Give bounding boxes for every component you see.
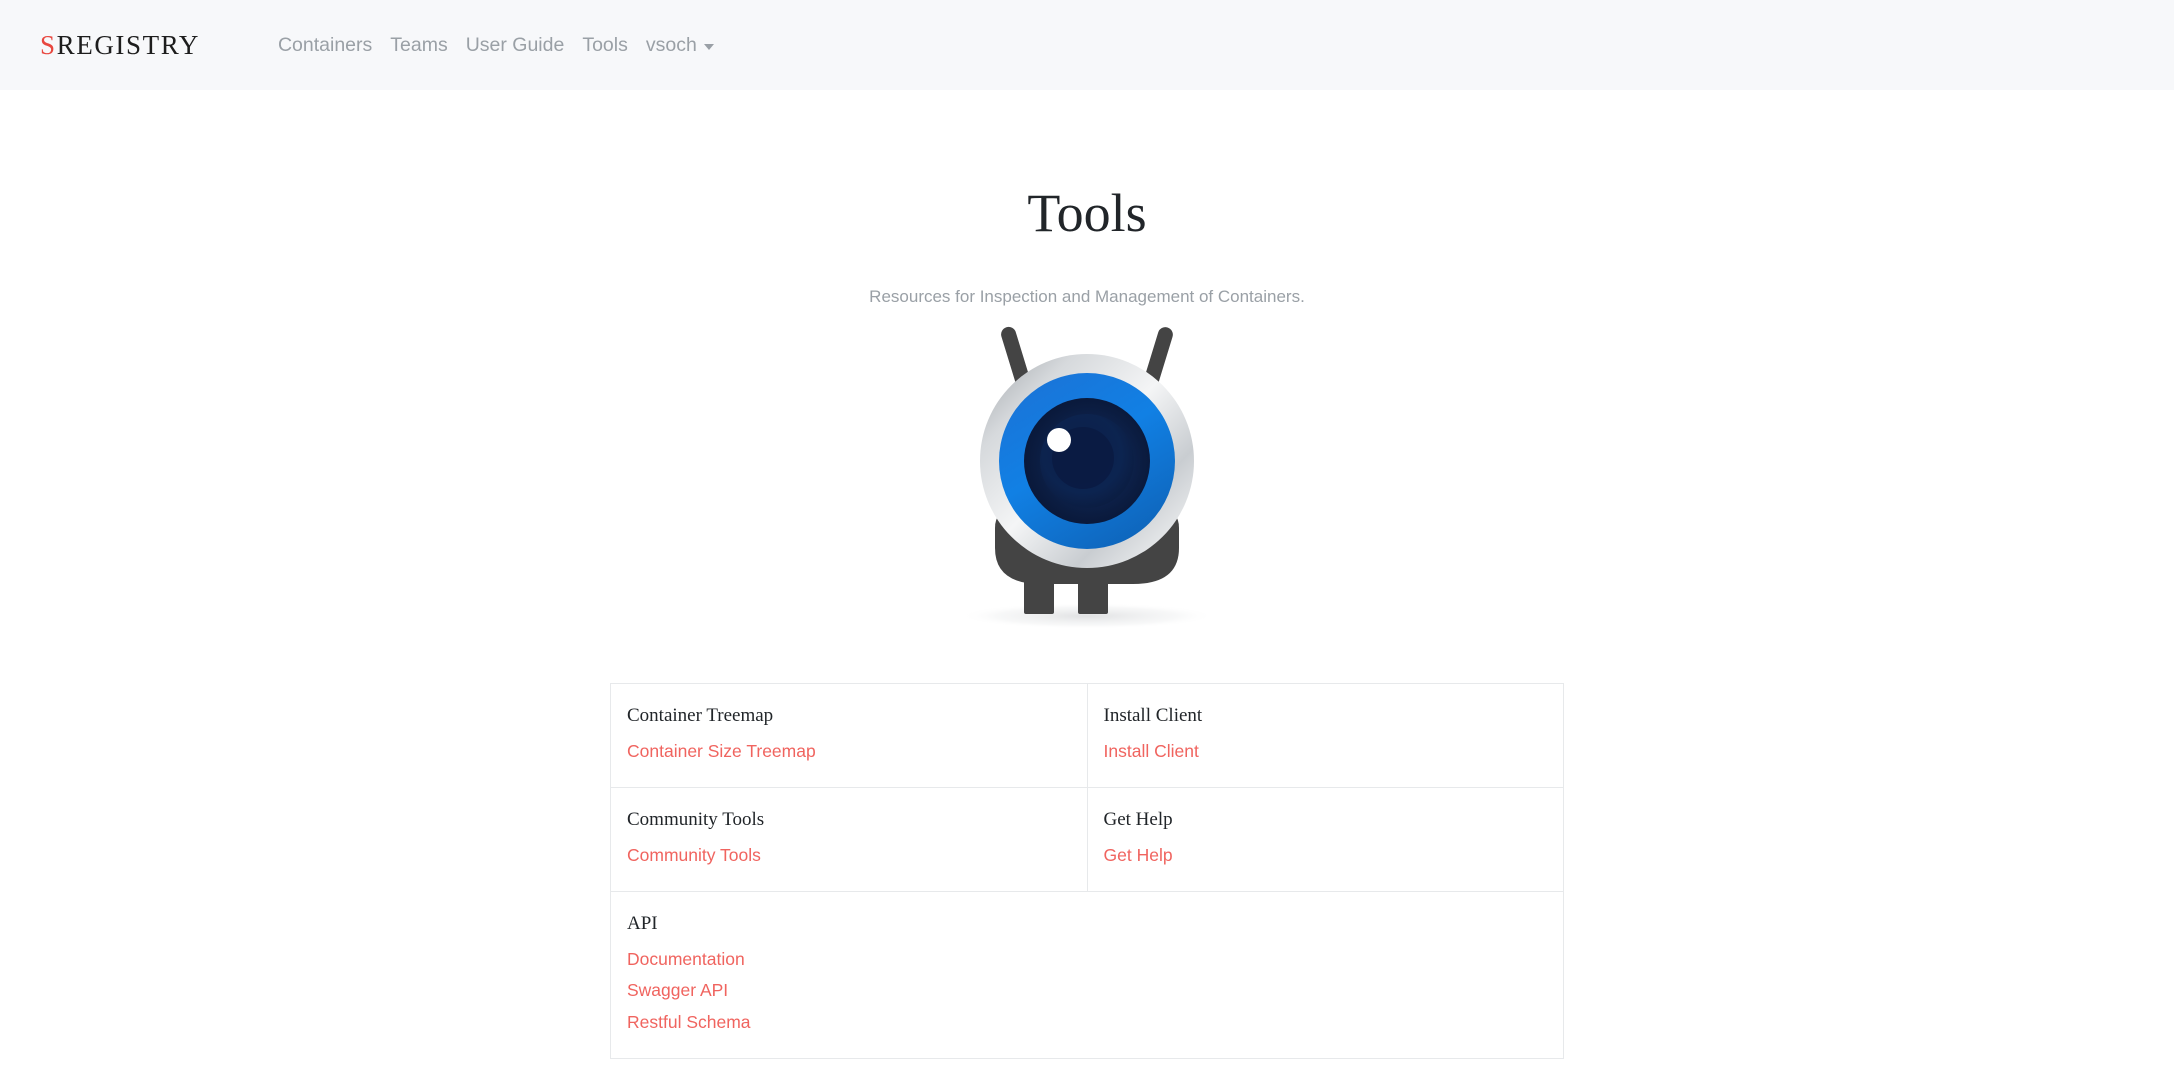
link-install-client[interactable]: Install Client bbox=[1104, 737, 1548, 765]
nav-item-user-menu[interactable]: vsoch bbox=[646, 36, 714, 56]
link-community-tools[interactable]: Community Tools bbox=[627, 841, 1071, 869]
table-cell-get-help: Get Help Get Help bbox=[1086, 786, 1564, 893]
link-swagger-api[interactable]: Swagger API bbox=[627, 976, 1547, 1004]
tools-table: Container Treemap Container Size Treemap… bbox=[610, 682, 1564, 1059]
page-subtitle: Resources for Inspection and Management … bbox=[869, 287, 1305, 307]
table-row: API Documentation Swagger API Restful Sc… bbox=[610, 891, 1564, 1059]
singularity-robot-mascot-icon bbox=[959, 326, 1215, 629]
cell-title: API bbox=[627, 913, 658, 935]
link-container-size-treemap[interactable]: Container Size Treemap bbox=[627, 737, 1071, 765]
cell-title: Install Client bbox=[1103, 704, 1203, 726]
link-documentation[interactable]: Documentation bbox=[627, 945, 1547, 973]
page-title: Tools bbox=[1027, 183, 1147, 243]
cell-title: Community Tools bbox=[627, 808, 765, 830]
cell-title: Get Help bbox=[1103, 808, 1173, 830]
page-content: Tools Resources for Inspection and Manag… bbox=[0, 90, 2174, 1059]
nav-item-user-guide[interactable]: User Guide bbox=[466, 36, 565, 56]
table-row: Community Tools Community Tools Get Help… bbox=[610, 786, 1564, 893]
nav-menu: Containers Teams User Guide Tools vsoch bbox=[278, 36, 714, 56]
table-row: Container Treemap Container Size Treemap… bbox=[610, 682, 1564, 788]
brand-logo-initial: S bbox=[40, 29, 57, 60]
link-get-help[interactable]: Get Help bbox=[1104, 841, 1548, 869]
tools-table-container: Container Treemap Container Size Treemap… bbox=[0, 682, 2174, 1059]
brand-logo-text: REGISTRY bbox=[56, 29, 200, 60]
mascot-eye-highlight bbox=[1047, 427, 1071, 452]
brand-logo[interactable]: SREGISTRY bbox=[40, 30, 200, 61]
table-cell-community-tools: Community Tools Community Tools bbox=[610, 786, 1088, 893]
user-menu-label: vsoch bbox=[645, 34, 697, 57]
chevron-down-icon bbox=[703, 44, 714, 50]
top-navbar: SREGISTRY Containers Teams User Guide To… bbox=[0, 0, 2174, 90]
mascot-container bbox=[0, 318, 2174, 638]
cell-title: Container Treemap bbox=[627, 704, 774, 726]
nav-item-tools[interactable]: Tools bbox=[582, 36, 628, 56]
table-cell-container-treemap: Container Treemap Container Size Treemap bbox=[610, 682, 1088, 788]
link-restful-schema[interactable]: Restful Schema bbox=[627, 1008, 1547, 1036]
table-cell-api: API Documentation Swagger API Restful Sc… bbox=[610, 891, 1564, 1059]
table-cell-install-client: Install Client Install Client bbox=[1086, 682, 1564, 788]
nav-item-teams[interactable]: Teams bbox=[390, 36, 447, 56]
nav-item-containers[interactable]: Containers bbox=[278, 36, 372, 56]
